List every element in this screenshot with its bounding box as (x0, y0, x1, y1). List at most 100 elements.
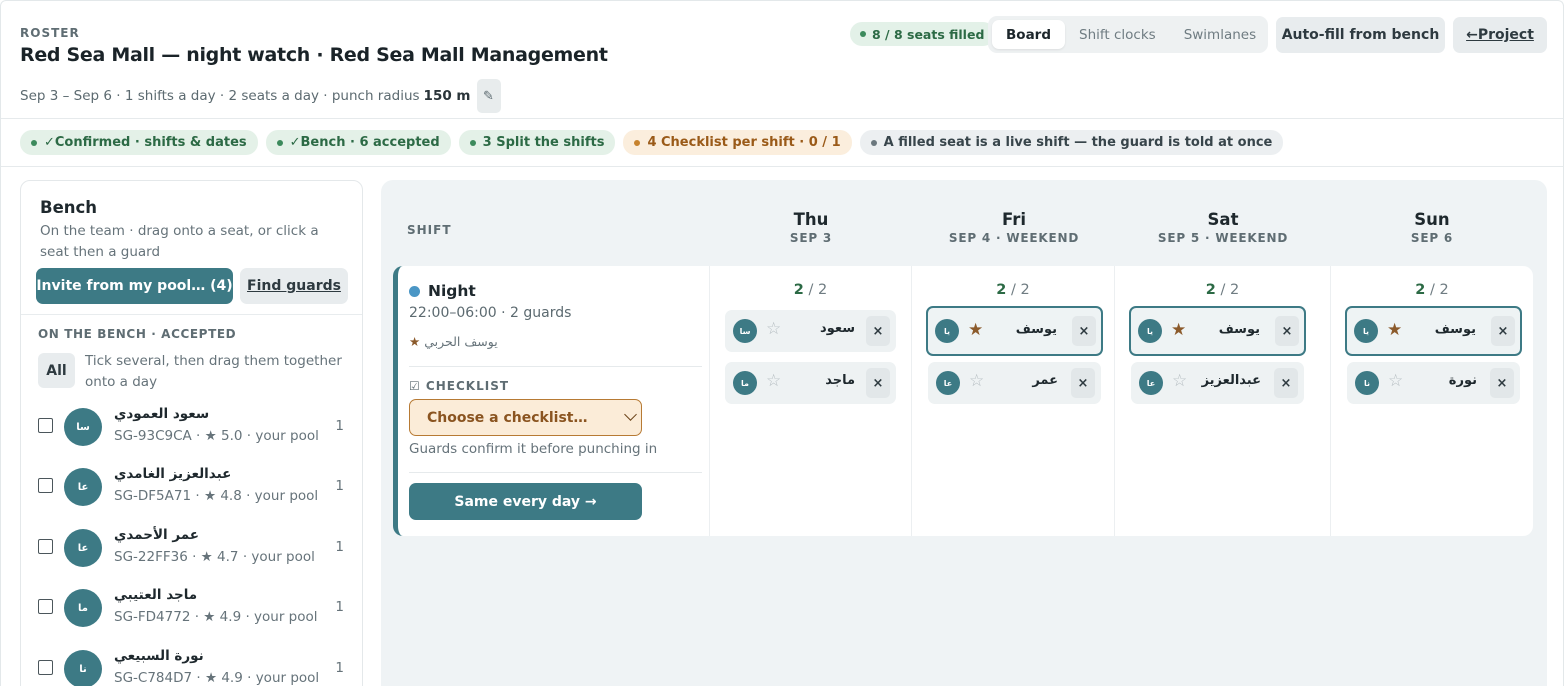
day-name: Fri (1001, 210, 1026, 229)
seat-count: 2 / 2 (710, 282, 911, 298)
remove-guard-button[interactable]: × (1274, 368, 1298, 398)
star-icon[interactable]: ★ (1171, 320, 1186, 340)
back-to-project-link[interactable]: ←Project (1453, 17, 1547, 53)
guard-checkbox[interactable] (38, 660, 53, 675)
star-outline-icon[interactable]: ☆ (766, 371, 781, 391)
guard-checkbox[interactable] (38, 478, 53, 493)
star-icon[interactable]: ★ (968, 320, 983, 340)
star-outline-icon[interactable]: ☆ (766, 319, 781, 339)
avatar: عا (64, 468, 102, 506)
avatar: سا (64, 408, 102, 446)
seat-slot-lead[interactable]: يا ★ يوسف × (926, 306, 1103, 356)
divider (409, 366, 702, 367)
remove-guard-button[interactable]: × (866, 316, 890, 346)
seat-count: 2 / 2 (912, 282, 1114, 298)
status-dot-icon (860, 31, 866, 37)
seat-slot[interactable]: نا ☆ نورة × (1347, 362, 1520, 404)
select-all-button[interactable]: All (38, 353, 75, 388)
day-cell-fri[interactable]: 2 / 2 يا ★ يوسف × عا ☆ عمر × (912, 266, 1115, 536)
seat-slot[interactable]: عا ☆ عبدالعزيز × (1131, 362, 1304, 404)
seat-slot[interactable]: عا ☆ عمر × (928, 362, 1101, 404)
star-icon: ★ (409, 334, 421, 349)
day-date: SEP 3 (789, 231, 833, 245)
bench-guard-row[interactable]: سا سعود العمودي SG-93C9CA · ★ 5.0 · your… (21, 401, 362, 461)
day-date: SEP 6 (1410, 231, 1454, 245)
pencil-icon: ✎ (483, 88, 494, 104)
edit-radius-button[interactable]: ✎ (476, 79, 501, 113)
seat-count-filled: 2 (996, 282, 1007, 298)
guard-shift-count: 1 (335, 660, 344, 676)
step-bench[interactable]: ✓Bench · 6 accepted (265, 130, 451, 155)
star-outline-icon[interactable]: ☆ (1388, 371, 1403, 391)
shift-lead-name: يوسف الحربي (424, 334, 498, 349)
summary-text: Sep 3 – Sep 6 · 1 shifts a day · 2 seats… (20, 88, 420, 104)
checklist-select[interactable]: Choose a checklist… (409, 399, 642, 436)
checklist-hint: Guards confirm it before punching in (409, 441, 658, 457)
remove-guard-button[interactable]: × (1491, 316, 1515, 346)
avatar: عا (1139, 371, 1163, 395)
bench-guard-row[interactable]: ما ماجد العتيبي SG-FD4772 · ★ 4.9 · your… (21, 582, 362, 642)
step-dot-icon (276, 139, 283, 146)
avatar: يا (935, 319, 959, 343)
guard-shift-count: 1 (335, 599, 344, 615)
bench-title: Bench (40, 198, 98, 217)
guard-meta: SG-DF5A71 · ★ 4.8 · your pool (114, 488, 319, 504)
tab-shift-clocks[interactable]: Shift clocks (1065, 20, 1170, 49)
star-outline-icon[interactable]: ☆ (969, 371, 984, 391)
same-every-day-button[interactable]: Same every day → (409, 483, 642, 520)
divider (409, 472, 702, 473)
step-label: ✓Bench · 6 accepted (289, 135, 440, 150)
star-outline-icon[interactable]: ☆ (1172, 371, 1187, 391)
seat-slot-lead[interactable]: يا ★ يوسف × (1129, 306, 1306, 356)
guard-meta: SG-22FF36 · ★ 4.7 · your pool (114, 549, 315, 565)
seat-slot-lead[interactable]: يا ★ يوسف × (1345, 306, 1522, 356)
invite-from-pool-button[interactable]: Invite from my pool… (4) (36, 268, 233, 304)
seat-slot[interactable]: سا ☆ سعود × (725, 310, 896, 352)
seat-guard-name: يوسف (1218, 322, 1260, 337)
seat-guard-name: سعود (820, 321, 855, 336)
tab-swimlanes[interactable]: Swimlanes (1170, 20, 1270, 49)
guard-checkbox[interactable] (38, 599, 53, 614)
roster-summary: Sep 3 – Sep 6 · 1 shifts a day · 2 seats… (20, 79, 501, 113)
guard-checkbox[interactable] (38, 539, 53, 554)
bench-guard-row[interactable]: عا عمر الأحمدي SG-22FF36 · ★ 4.7 · your … (21, 522, 362, 582)
seat-guard-name: يوسف (1434, 322, 1476, 337)
day-cell-thu[interactable]: 2 / 2 سا ☆ سعود × ما ☆ ماجد × (710, 266, 912, 536)
remove-guard-button[interactable]: × (1275, 316, 1299, 346)
guard-name: نورة السبيعي (114, 648, 204, 664)
roster-header: ROSTER Red Sea Mall — night watch · Red … (1, 1, 1563, 119)
divider (21, 314, 362, 315)
day-name: Thu (793, 210, 829, 229)
eyebrow-label: ROSTER (20, 26, 80, 40)
remove-guard-button[interactable]: × (1071, 368, 1095, 398)
remove-guard-button[interactable]: × (866, 368, 890, 398)
day-header-thu: Thu SEP 3 (711, 210, 911, 245)
guard-shift-count: 1 (335, 539, 344, 555)
avatar: عا (64, 529, 102, 567)
remove-guard-button[interactable]: × (1490, 368, 1514, 398)
step-live-shift-note: A filled seat is a live shift — the guar… (859, 130, 1284, 155)
seat-slot[interactable]: ما ☆ ماجد × (725, 362, 896, 404)
guard-checkbox[interactable] (38, 418, 53, 433)
bench-guard-row[interactable]: نا نورة السبيعي SG-C784D7 · ★ 4.9 · your… (21, 643, 362, 686)
bench-panel: Bench On the team · drag onto a seat, or… (20, 180, 363, 686)
star-icon[interactable]: ★ (1387, 320, 1402, 340)
day-cell-sat[interactable]: 2 / 2 يا ★ يوسف × عا ☆ عبدالعزيز × (1115, 266, 1331, 536)
step-confirmed[interactable]: ✓Confirmed · shifts & dates (20, 130, 258, 155)
find-guards-button[interactable]: Find guards (240, 268, 348, 304)
guard-shift-count: 1 (335, 418, 344, 434)
day-name: Sun (1414, 210, 1450, 229)
bench-guard-row[interactable]: عا عبدالعزيز الغامدي SG-DF5A71 · ★ 4.8 ·… (21, 461, 362, 521)
guard-shift-count: 1 (335, 478, 344, 494)
step-split-shifts[interactable]: 3 Split the shifts (458, 130, 616, 155)
day-cell-sun[interactable]: 2 / 2 يا ★ يوسف × نا ☆ نورة × (1331, 266, 1533, 536)
shift-name: Night (428, 282, 476, 300)
step-checklist[interactable]: 4 Checklist per shift · 0 / 1 (623, 130, 852, 155)
tab-board[interactable]: Board (992, 20, 1065, 49)
step-dot-icon (870, 139, 877, 146)
remove-guard-button[interactable]: × (1072, 316, 1096, 346)
avatar: يا (1354, 319, 1378, 343)
auto-fill-button[interactable]: Auto-fill from bench (1276, 17, 1445, 53)
tick-hint: Tick several, then drag them together on… (85, 353, 342, 390)
seat-count-total: / 2 (1429, 282, 1449, 298)
